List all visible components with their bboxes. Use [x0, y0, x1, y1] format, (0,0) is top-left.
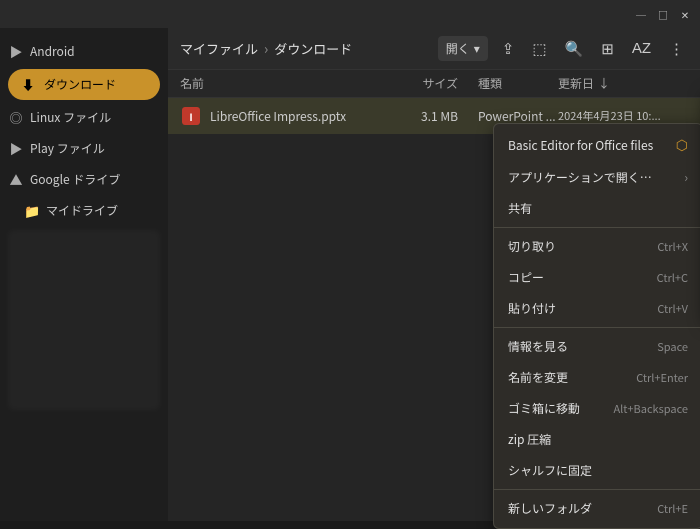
menu-item-trash[interactable]: ゴミ箱に移動 Alt+Backspace — [494, 393, 700, 424]
menu-item-shortcut: Space — [657, 339, 688, 355]
linux-icon: ◎ — [8, 108, 24, 127]
header-actions: 開く ▾ ⇪ ⬚ 🔍 ⊞ AZ ⋮ — [438, 36, 688, 62]
close-button[interactable]: ✕ — [678, 7, 692, 21]
search-button[interactable]: 🔍 — [561, 36, 588, 62]
menu-item-label: zip 圧縮 — [508, 431, 688, 448]
sidebar-label-google-drive: Google ドライブ — [30, 171, 120, 188]
file-type-icon: I — [180, 105, 202, 127]
file-size: 3.1 MB — [398, 108, 478, 125]
grid-view-button[interactable]: ⊞ — [597, 36, 618, 62]
file-name: LibreOffice Impress.pptx — [210, 108, 398, 125]
sidebar-label-android: Android — [30, 43, 75, 60]
breadcrumb-current: ダウンロード — [274, 39, 352, 58]
submenu-arrow-icon: › — [684, 169, 688, 186]
menu-item-label: 情報を見る — [508, 338, 649, 355]
menu-item-shortcut: Alt+Backspace — [613, 401, 688, 417]
menu-item-shortcut: Ctrl+E — [657, 501, 688, 517]
impress-icon: I — [182, 107, 200, 125]
menu-item-paste[interactable]: 貼り付け Ctrl+V — [494, 293, 700, 324]
open-button-arrow: ▾ — [474, 42, 480, 56]
breadcrumb-root[interactable]: マイファイル — [180, 39, 258, 58]
file-date: 2024年4月23日 10:... — [558, 108, 688, 124]
menu-item-new-folder[interactable]: 新しいフォルダ Ctrl+E — [494, 493, 700, 524]
menu-separator-3 — [494, 489, 700, 490]
maximize-button[interactable]: □ — [656, 7, 670, 21]
sidebar-label-play: Play ファイル — [30, 140, 105, 157]
titlebar: ─ □ ✕ — [0, 0, 700, 28]
menu-item-label: シャルフに固定 — [508, 462, 688, 479]
context-menu: Basic Editor for Office files ⬡ アプリケーション… — [493, 123, 700, 529]
sidebar-item-my-drive[interactable]: 📁 マイドライブ — [0, 195, 168, 226]
menu-item-label: 貼り付け — [508, 300, 649, 317]
menu-item-shortcut: Ctrl+X — [657, 239, 688, 255]
download-icon: ⬇ — [20, 75, 36, 94]
menu-item-open-with[interactable]: アプリケーションで開く… › — [494, 162, 700, 193]
sidebar-item-download[interactable]: ⬇ ダウンロード — [8, 69, 160, 100]
menu-item-rename[interactable]: 名前を変更 Ctrl+Enter — [494, 362, 700, 393]
sidebar-item-linux[interactable]: ◎ Linux ファイル — [0, 102, 168, 133]
sidebar-label-download: ダウンロード — [44, 76, 116, 93]
sort-button[interactable]: AZ — [628, 36, 655, 61]
menu-item-icon: ⬡ — [676, 135, 688, 155]
col-header-type[interactable]: 種類 — [478, 75, 558, 92]
menu-item-copy[interactable]: コピー Ctrl+C — [494, 262, 700, 293]
menu-separator-1 — [494, 227, 700, 228]
menu-item-label: コピー — [508, 269, 649, 286]
breadcrumb: マイファイル › ダウンロード — [180, 39, 432, 59]
chevron-right-icon: ▶ — [8, 42, 24, 61]
menu-item-label: 切り取り — [508, 238, 649, 255]
breadcrumb-separator: › — [264, 39, 268, 59]
menu-item-cut[interactable]: 切り取り Ctrl+X — [494, 231, 700, 262]
menu-item-label: 新しいフォルダ — [508, 500, 649, 517]
main-layout: ▶ Android ⬇ ダウンロード ◎ Linux ファイル ▶ Play フ… — [0, 28, 700, 521]
menu-item-zip[interactable]: zip 圧縮 — [494, 424, 700, 455]
header: マイファイル › ダウンロード 開く ▾ ⇪ ⬚ 🔍 ⊞ AZ ⋮ — [168, 28, 700, 70]
play-icon: ▶ — [8, 139, 24, 158]
sidebar-label-linux: Linux ファイル — [30, 109, 111, 126]
view-toggle-button[interactable]: ⬚ — [528, 36, 550, 62]
sidebar-item-android[interactable]: ▶ Android — [0, 36, 168, 67]
menu-item-label: ゴミ箱に移動 — [508, 400, 605, 417]
sidebar-item-play[interactable]: ▶ Play ファイル — [0, 133, 168, 164]
minimize-button[interactable]: ─ — [634, 7, 648, 21]
sidebar-item-google-drive[interactable]: ▲ Google ドライブ — [0, 164, 168, 195]
open-button-label: 開く — [446, 40, 470, 57]
folder-icon: 📁 — [24, 201, 40, 220]
menu-item-basic-editor-top[interactable]: Basic Editor for Office files ⬡ — [494, 128, 700, 162]
menu-item-label: 名前を変更 — [508, 369, 628, 386]
menu-separator-2 — [494, 327, 700, 328]
col-header-date[interactable]: 更新日 ↓ — [558, 75, 688, 92]
menu-item-shortcut: Ctrl+V — [657, 301, 688, 317]
drive-icon: ▲ — [8, 170, 24, 189]
menu-item-label: アプリケーションで開く… — [508, 169, 676, 186]
more-options-button[interactable]: ⋮ — [665, 36, 688, 62]
open-button[interactable]: 開く ▾ — [438, 36, 488, 61]
sidebar: ▶ Android ⬇ ダウンロード ◎ Linux ファイル ▶ Play フ… — [0, 28, 168, 521]
sidebar-blurred-content — [8, 230, 160, 410]
menu-item-shortcut: Ctrl+C — [657, 270, 688, 286]
share-icon-button[interactable]: ⇪ — [498, 36, 519, 62]
menu-item-shelf[interactable]: シャルフに固定 — [494, 455, 700, 486]
menu-item-shortcut: Ctrl+Enter — [636, 370, 688, 386]
file-type: PowerPoint ... — [478, 108, 558, 125]
column-headers: 名前 サイズ 種類 更新日 ↓ — [168, 70, 700, 98]
menu-item-info[interactable]: 情報を見る Space — [494, 331, 700, 362]
menu-item-share[interactable]: 共有 — [494, 193, 700, 224]
col-header-size[interactable]: サイズ — [398, 75, 478, 92]
menu-item-label: Basic Editor for Office files — [508, 137, 668, 154]
sidebar-label-my-drive: マイドライブ — [46, 202, 118, 219]
menu-item-label: 共有 — [508, 200, 688, 217]
col-header-name[interactable]: 名前 — [180, 75, 398, 92]
content-area: マイファイル › ダウンロード 開く ▾ ⇪ ⬚ 🔍 ⊞ AZ ⋮ 名前 サイズ… — [168, 28, 700, 521]
